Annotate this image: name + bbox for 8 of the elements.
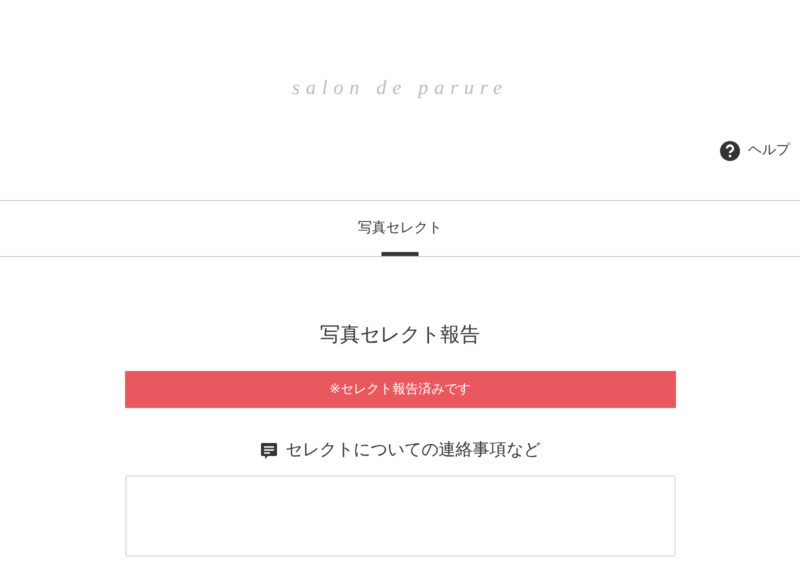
page-title: 写真セレクト報告 <box>320 321 480 348</box>
message-label: セレクトについての連絡事項など <box>286 439 540 462</box>
notice-banner: ※セレクト報告済みです <box>124 371 676 408</box>
help-link[interactable]: ヘルプ <box>720 140 790 161</box>
comment-icon <box>260 442 278 460</box>
logo: salon de parure <box>292 76 508 101</box>
help-icon <box>720 140 740 160</box>
tab[interactable]: 写真セレクト <box>334 201 466 256</box>
